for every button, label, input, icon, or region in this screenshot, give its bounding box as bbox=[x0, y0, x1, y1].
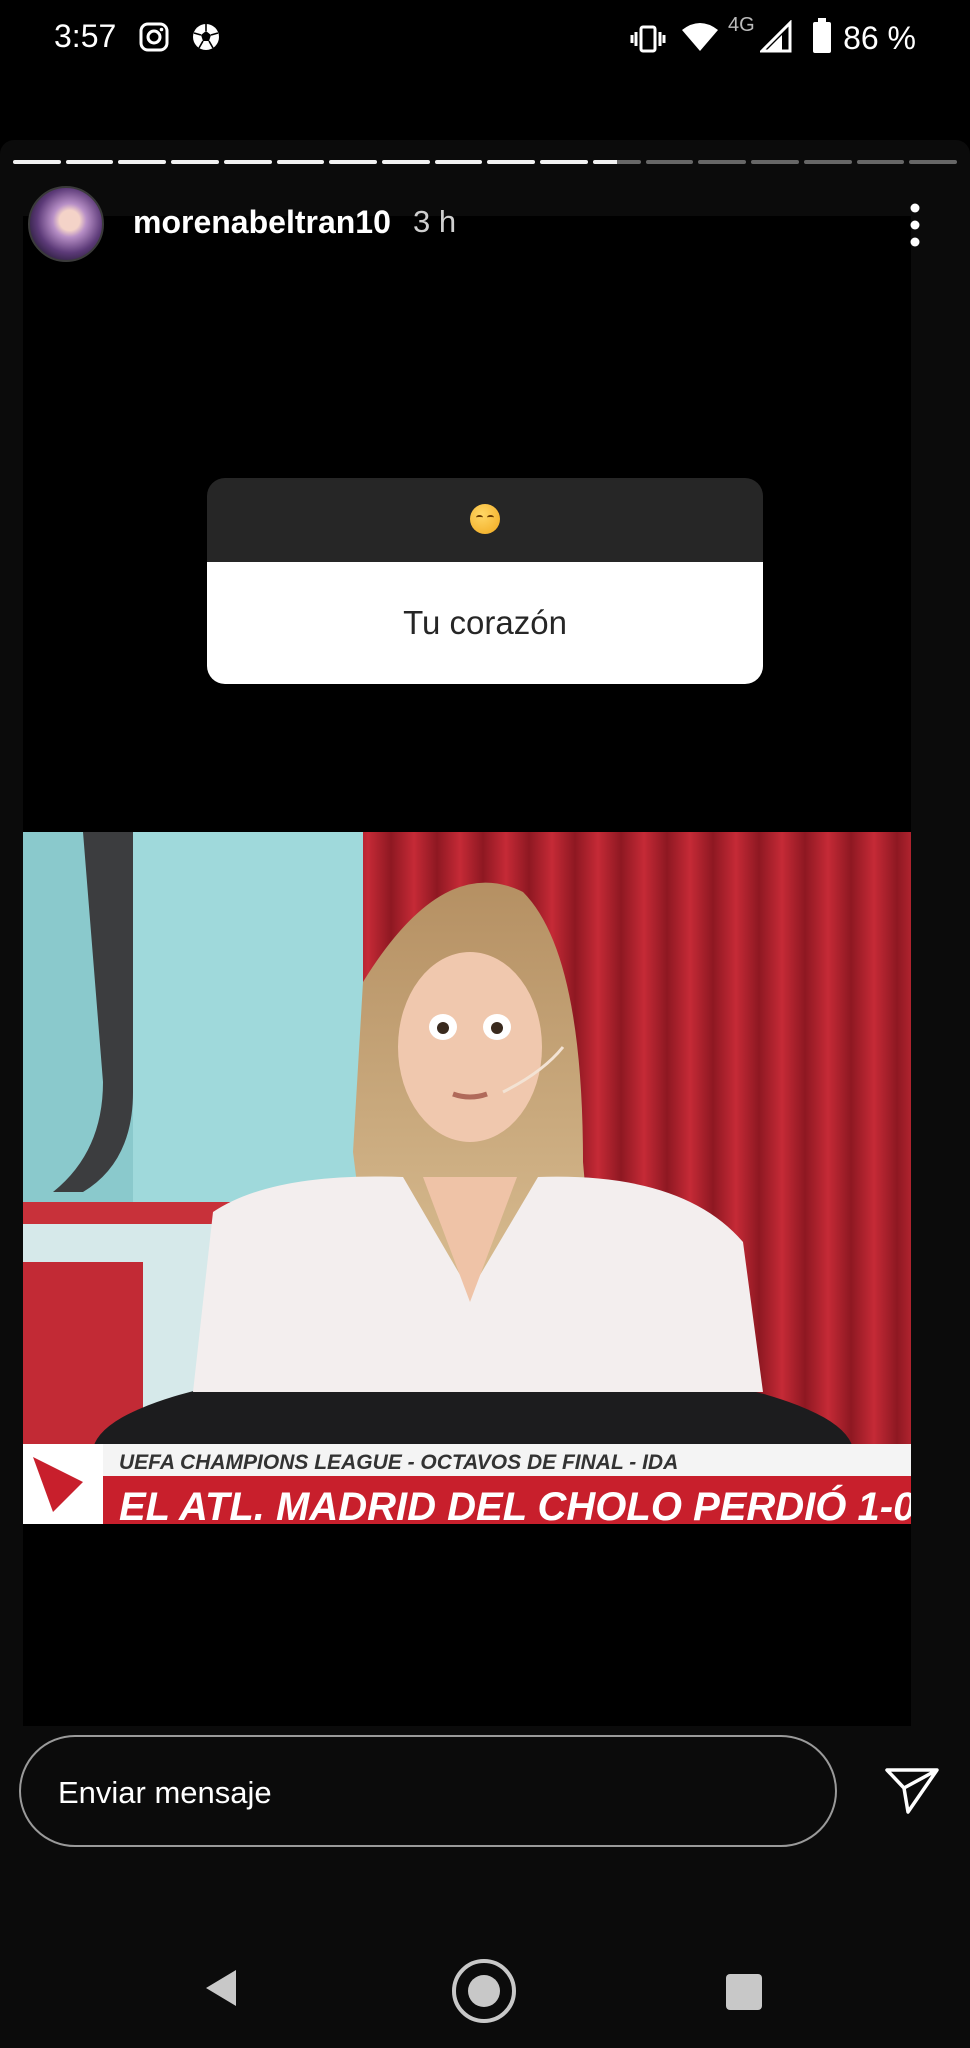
soccer-ball-icon bbox=[193, 24, 219, 50]
story-progress-bar bbox=[13, 160, 957, 164]
signal-icon bbox=[760, 20, 792, 53]
progress-segment bbox=[751, 160, 799, 164]
sticker-body: Tu corazón bbox=[207, 562, 763, 684]
progress-segment bbox=[803, 160, 852, 164]
story-photo: UEFA CHAMPIONS LEAGUE - OCTAVOS DE FINAL… bbox=[23, 832, 911, 1524]
progress-segment bbox=[223, 160, 272, 164]
progress-segment bbox=[909, 160, 957, 164]
progress-segment bbox=[171, 160, 219, 164]
instagram-icon bbox=[139, 22, 169, 52]
story-screen: 3:57 4G 86 % morenabeltran10 3 h Tu cora… bbox=[0, 0, 970, 2048]
sticker-answer: Tu corazón bbox=[403, 604, 567, 641]
vibrate-icon bbox=[630, 25, 666, 53]
sticker-header bbox=[207, 478, 763, 562]
progress-segment bbox=[540, 160, 588, 164]
story-time-ago: 3 h bbox=[413, 204, 457, 239]
progress-segment bbox=[487, 160, 536, 164]
status-bar: 3:57 4G 86 % bbox=[0, 0, 970, 80]
progress-segment bbox=[329, 160, 378, 164]
message-placeholder: Enviar mensaje bbox=[58, 1775, 272, 1810]
avatar[interactable] bbox=[28, 186, 104, 262]
network-type: 4G bbox=[728, 14, 755, 36]
message-input[interactable]: Enviar mensaje bbox=[19, 1735, 837, 1847]
username[interactable]: morenabeltran10 bbox=[133, 204, 391, 241]
send-icon[interactable] bbox=[884, 1766, 940, 1816]
recents-nav-icon[interactable] bbox=[726, 1974, 762, 2010]
progress-segment bbox=[382, 160, 430, 164]
battery-icon bbox=[813, 18, 831, 53]
home-nav-icon[interactable] bbox=[451, 1958, 517, 2024]
progress-segment bbox=[698, 160, 747, 164]
progress-segment bbox=[434, 160, 483, 164]
tv-caption-bottom: EL ATL. MADRID DEL CHOLO PERDIÓ 1-0 CON … bbox=[119, 1483, 911, 1524]
battery-percentage: 86 % bbox=[843, 20, 916, 56]
progress-segment bbox=[13, 160, 61, 164]
progress-segment bbox=[118, 160, 167, 164]
question-sticker: Tu corazón bbox=[207, 478, 763, 684]
status-time: 3:57 bbox=[54, 18, 117, 54]
progress-segment bbox=[276, 160, 325, 164]
progress-segment bbox=[856, 160, 905, 164]
more-options-icon[interactable] bbox=[900, 200, 930, 250]
story-header: morenabeltran10 3 h bbox=[0, 186, 970, 276]
tv-caption-top: UEFA CHAMPIONS LEAGUE - OCTAVOS DE FINAL… bbox=[119, 1451, 678, 1474]
back-nav-icon[interactable] bbox=[202, 1968, 240, 2008]
wifi-icon bbox=[682, 23, 718, 51]
smiling-face-icon bbox=[470, 504, 500, 534]
progress-segment bbox=[592, 160, 641, 164]
progress-segment bbox=[65, 160, 114, 164]
progress-segment bbox=[645, 160, 694, 164]
